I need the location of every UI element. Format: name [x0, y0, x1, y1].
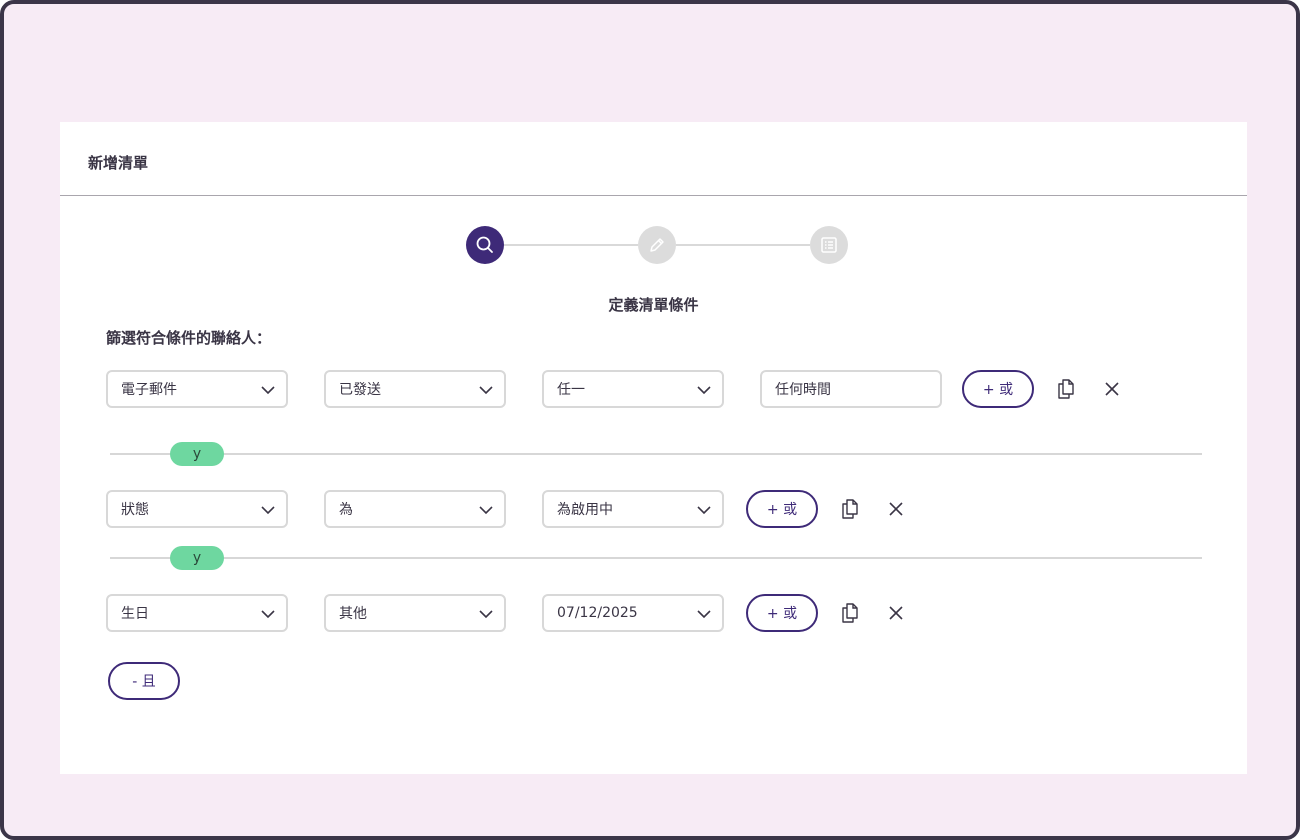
- condition-divider: [110, 557, 1202, 559]
- step-edit[interactable]: [638, 226, 676, 264]
- operator-select-value: 其他: [339, 606, 367, 622]
- stepper-connector-line: [504, 244, 638, 246]
- value-select[interactable]: 任一: [542, 370, 724, 408]
- close-icon: [889, 502, 903, 516]
- add-or-button[interactable]: + 或: [962, 370, 1034, 408]
- remove-and-button[interactable]: - 且: [108, 662, 180, 700]
- field-select-value: 生日: [121, 606, 149, 622]
- remove-row-button[interactable]: [884, 601, 908, 625]
- field-select[interactable]: 狀態: [106, 490, 288, 528]
- chevron-down-icon: [479, 610, 493, 619]
- condition-divider: [110, 453, 1202, 455]
- dialog-header: 新增清單: [60, 122, 1247, 196]
- time-input[interactable]: 任何時間: [760, 370, 942, 408]
- chevron-down-icon: [479, 506, 493, 515]
- field-select[interactable]: 生日: [106, 594, 288, 632]
- and-connector-badge: y: [170, 442, 224, 466]
- copy-icon: [842, 603, 858, 623]
- copy-icon: [1058, 379, 1074, 399]
- step-define-conditions[interactable]: [466, 226, 504, 264]
- stepper-connector-line: [676, 244, 810, 246]
- value-select-value: 為啟用中: [557, 502, 613, 518]
- add-or-label: + 或: [766, 502, 798, 518]
- filter-heading: 篩選符合條件的聯絡人：: [106, 329, 272, 347]
- field-select-value: 電子郵件: [121, 382, 177, 398]
- chevron-down-icon: [697, 610, 711, 619]
- app-frame: 新增清單 定義清單條件 篩選符合條件的聯絡人： 電子郵件 已發送 任一 任何時間…: [0, 0, 1300, 840]
- step-title: 定義清單條件: [608, 296, 699, 314]
- step-list[interactable]: [810, 226, 848, 264]
- new-list-dialog: 新增清單 定義清單條件 篩選符合條件的聯絡人： 電子郵件 已發送 任一 任何時間…: [60, 122, 1247, 774]
- close-icon: [1105, 382, 1119, 396]
- operator-select[interactable]: 其他: [324, 594, 506, 632]
- operator-select-value: 已發送: [339, 382, 381, 398]
- date-select[interactable]: 07/12/2025: [542, 594, 724, 632]
- add-or-button[interactable]: + 或: [746, 490, 818, 528]
- duplicate-button[interactable]: [1054, 377, 1078, 401]
- field-select[interactable]: 電子郵件: [106, 370, 288, 408]
- list-icon: [821, 237, 837, 253]
- chevron-down-icon: [697, 506, 711, 515]
- date-select-value: 07/12/2025: [557, 605, 638, 621]
- chevron-down-icon: [261, 610, 275, 619]
- remove-row-button[interactable]: [1100, 377, 1124, 401]
- chevron-down-icon: [697, 386, 711, 395]
- duplicate-button[interactable]: [838, 601, 862, 625]
- and-connector-badge: y: [170, 546, 224, 570]
- pencil-icon: [650, 238, 664, 252]
- duplicate-button[interactable]: [838, 497, 862, 521]
- remove-row-button[interactable]: [884, 497, 908, 521]
- remove-and-label: - 且: [132, 674, 156, 690]
- time-input-value: 任何時間: [775, 382, 831, 398]
- operator-select-value: 為: [339, 502, 353, 518]
- value-select-value: 任一: [557, 382, 585, 398]
- add-or-button[interactable]: + 或: [746, 594, 818, 632]
- search-icon: [476, 236, 493, 253]
- close-icon: [889, 606, 903, 620]
- add-or-label: + 或: [982, 382, 1014, 398]
- dialog-title: 新增清單: [88, 154, 149, 172]
- chevron-down-icon: [261, 386, 275, 395]
- operator-select[interactable]: 已發送: [324, 370, 506, 408]
- add-or-label: + 或: [766, 606, 798, 622]
- chevron-down-icon: [479, 386, 493, 395]
- chevron-down-icon: [261, 506, 275, 515]
- copy-icon: [842, 499, 858, 519]
- field-select-value: 狀態: [121, 502, 149, 518]
- operator-select[interactable]: 為: [324, 490, 506, 528]
- value-select[interactable]: 為啟用中: [542, 490, 724, 528]
